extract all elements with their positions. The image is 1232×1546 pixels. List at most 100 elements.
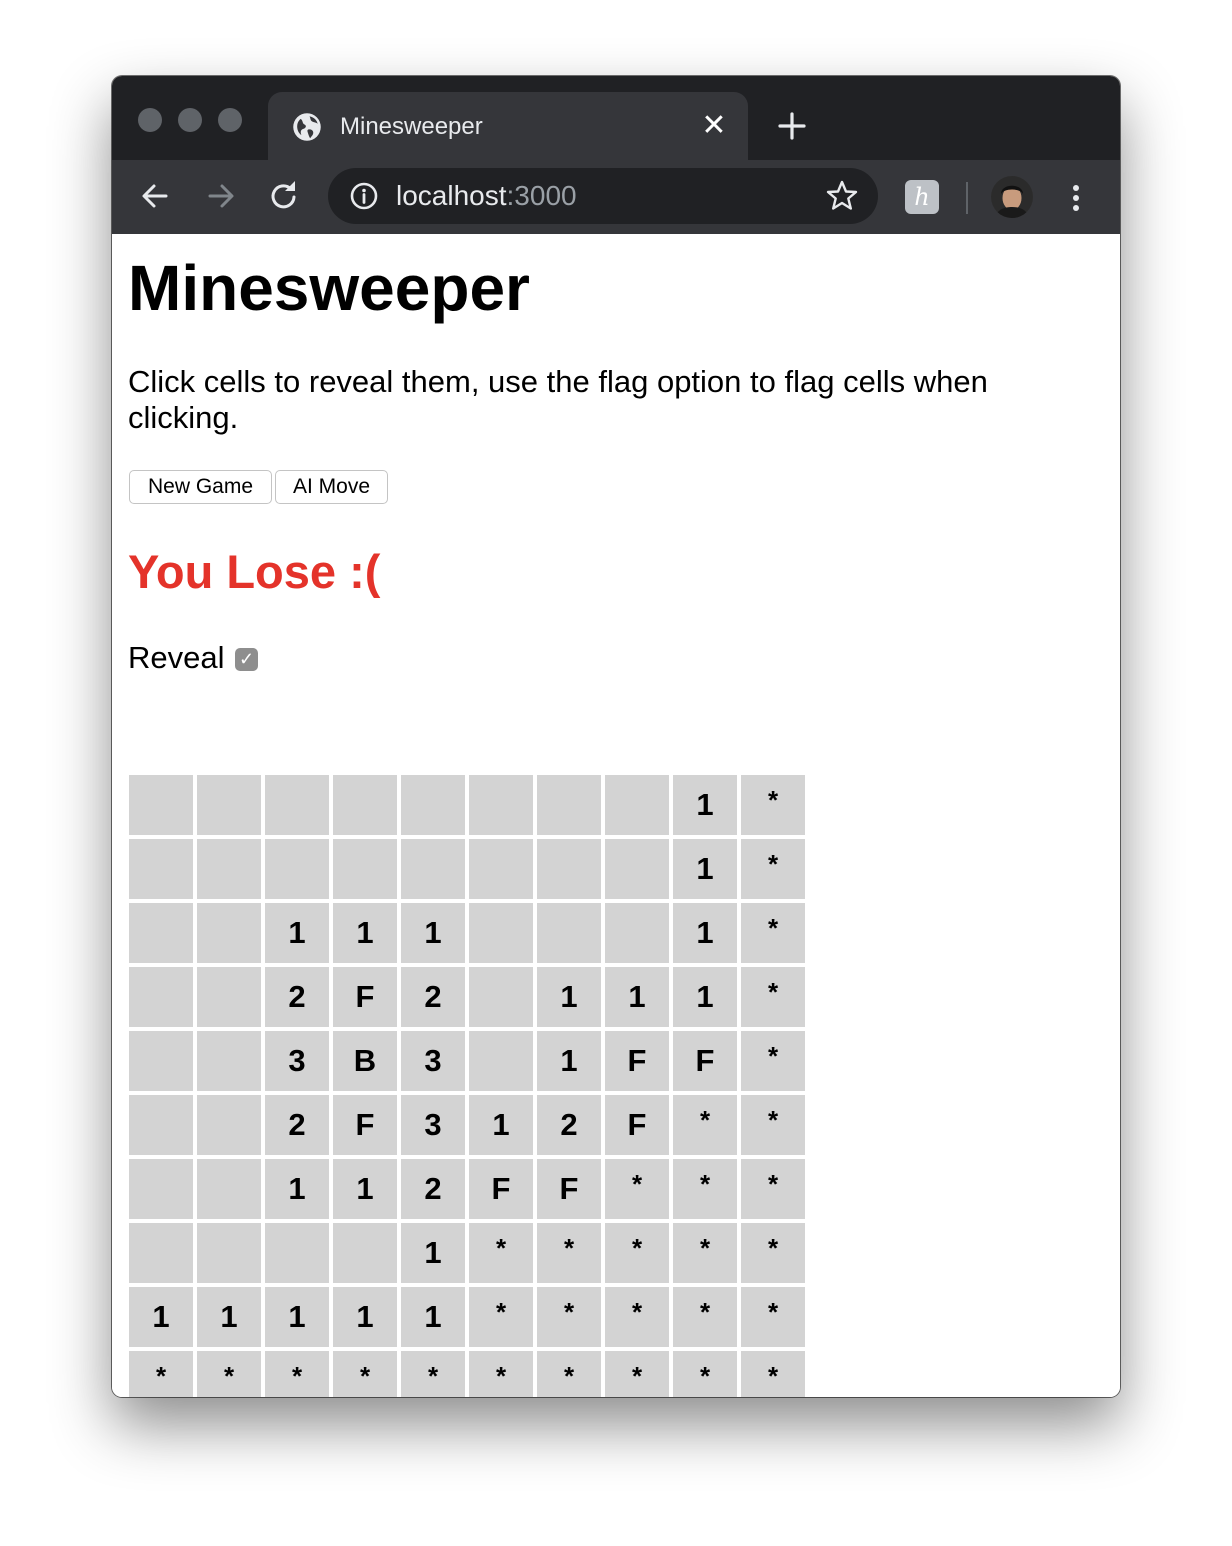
board-cell[interactable]: F <box>333 967 397 1027</box>
board-cell[interactable]: 1 <box>537 967 601 1027</box>
board-cell[interactable]: 1 <box>265 1159 329 1219</box>
board-cell[interactable]: * <box>333 1351 397 1397</box>
back-arrow-icon[interactable] <box>136 176 176 216</box>
board-cell[interactable]: 3 <box>265 1031 329 1091</box>
board-cell[interactable]: 1 <box>469 1095 533 1155</box>
board-cell[interactable] <box>129 1223 193 1283</box>
board-cell[interactable]: * <box>673 1159 737 1219</box>
ai-move-button[interactable]: AI Move <box>275 470 388 504</box>
board-cell[interactable] <box>469 775 533 835</box>
board-cell[interactable]: * <box>741 967 805 1027</box>
board-cell[interactable]: B <box>333 1031 397 1091</box>
new-game-button[interactable]: New Game <box>129 470 272 504</box>
board-cell[interactable]: * <box>741 1351 805 1397</box>
board-cell[interactable] <box>197 839 261 899</box>
board-cell[interactable] <box>265 775 329 835</box>
board-cell[interactable] <box>469 1031 533 1091</box>
board-cell[interactable] <box>537 839 601 899</box>
board-cell[interactable]: 1 <box>673 839 737 899</box>
board-cell[interactable]: 1 <box>673 775 737 835</box>
reload-icon[interactable] <box>264 176 304 216</box>
board-cell[interactable]: * <box>741 775 805 835</box>
board-cell[interactable] <box>197 1223 261 1283</box>
forward-arrow-icon[interactable] <box>200 176 240 216</box>
board-cell[interactable]: 2 <box>401 967 465 1027</box>
star-bookmark-icon[interactable] <box>824 178 860 214</box>
maximize-window-button[interactable] <box>218 108 242 132</box>
board-cell[interactable] <box>197 903 261 963</box>
board-cell[interactable] <box>197 775 261 835</box>
board-cell[interactable]: * <box>741 1095 805 1155</box>
address-bar[interactable]: localhost:3000 <box>328 168 878 224</box>
board-cell[interactable] <box>333 775 397 835</box>
board-cell[interactable]: 1 <box>265 1287 329 1347</box>
new-tab-button[interactable] <box>772 106 812 146</box>
board-cell[interactable]: * <box>741 1031 805 1091</box>
board-cell[interactable] <box>333 839 397 899</box>
board-cell[interactable] <box>129 1095 193 1155</box>
board-cell[interactable] <box>129 1159 193 1219</box>
board-cell[interactable] <box>129 1031 193 1091</box>
board-cell[interactable] <box>129 903 193 963</box>
board-cell[interactable]: * <box>673 1223 737 1283</box>
board-cell[interactable]: * <box>537 1223 601 1283</box>
board-cell[interactable] <box>129 775 193 835</box>
board-cell[interactable]: 1 <box>265 903 329 963</box>
board-cell[interactable] <box>129 967 193 1027</box>
board-cell[interactable]: 3 <box>401 1031 465 1091</box>
profile-avatar[interactable] <box>991 176 1033 218</box>
board-cell[interactable] <box>605 775 669 835</box>
board-cell[interactable]: * <box>469 1351 533 1397</box>
board-cell[interactable]: 1 <box>197 1287 261 1347</box>
board-cell[interactable]: 1 <box>333 1287 397 1347</box>
board-cell[interactable]: 2 <box>265 1095 329 1155</box>
board-cell[interactable]: 1 <box>605 967 669 1027</box>
board-cell[interactable]: 2 <box>401 1159 465 1219</box>
board-cell[interactable]: 2 <box>537 1095 601 1155</box>
board-cell[interactable] <box>197 1095 261 1155</box>
board-cell[interactable]: * <box>129 1351 193 1397</box>
board-cell[interactable]: * <box>469 1287 533 1347</box>
board-cell[interactable]: * <box>741 1223 805 1283</box>
board-cell[interactable] <box>129 839 193 899</box>
board-cell[interactable]: * <box>605 1287 669 1347</box>
minimize-window-button[interactable] <box>178 108 202 132</box>
board-cell[interactable]: 3 <box>401 1095 465 1155</box>
board-cell[interactable] <box>197 967 261 1027</box>
board-cell[interactable]: * <box>401 1351 465 1397</box>
board-cell[interactable] <box>401 775 465 835</box>
board-cell[interactable]: * <box>197 1351 261 1397</box>
board-cell[interactable]: F <box>605 1095 669 1155</box>
board-cell[interactable]: F <box>537 1159 601 1219</box>
board-cell[interactable]: * <box>741 1159 805 1219</box>
board-cell[interactable]: * <box>605 1159 669 1219</box>
board-cell[interactable]: 1 <box>401 1223 465 1283</box>
extension-icon[interactable]: h <box>905 180 939 214</box>
board-cell[interactable] <box>197 1159 261 1219</box>
board-cell[interactable]: * <box>673 1095 737 1155</box>
board-cell[interactable]: 1 <box>333 1159 397 1219</box>
board-cell[interactable]: 1 <box>333 903 397 963</box>
board-cell[interactable]: * <box>537 1351 601 1397</box>
board-cell[interactable]: * <box>605 1223 669 1283</box>
board-cell[interactable] <box>469 903 533 963</box>
tab-minesweeper[interactable]: Minesweeper ✕ <box>268 92 748 160</box>
board-cell[interactable]: F <box>469 1159 533 1219</box>
board-cell[interactable] <box>333 1223 397 1283</box>
board-cell[interactable]: * <box>741 1287 805 1347</box>
tab-close-icon[interactable]: ✕ <box>698 110 730 142</box>
board-cell[interactable]: 1 <box>537 1031 601 1091</box>
board-cell[interactable]: * <box>673 1287 737 1347</box>
board-cell[interactable] <box>401 839 465 899</box>
board-cell[interactable] <box>469 967 533 1027</box>
board-cell[interactable]: 1 <box>673 967 737 1027</box>
board-cell[interactable]: 2 <box>265 967 329 1027</box>
board-cell[interactable]: 1 <box>673 903 737 963</box>
board-cell[interactable]: * <box>673 1351 737 1397</box>
board-cell[interactable]: 1 <box>401 1287 465 1347</box>
board-cell[interactable]: * <box>265 1351 329 1397</box>
board-cell[interactable]: 1 <box>401 903 465 963</box>
board-cell[interactable] <box>197 1031 261 1091</box>
close-window-button[interactable] <box>138 108 162 132</box>
board-cell[interactable]: F <box>605 1031 669 1091</box>
